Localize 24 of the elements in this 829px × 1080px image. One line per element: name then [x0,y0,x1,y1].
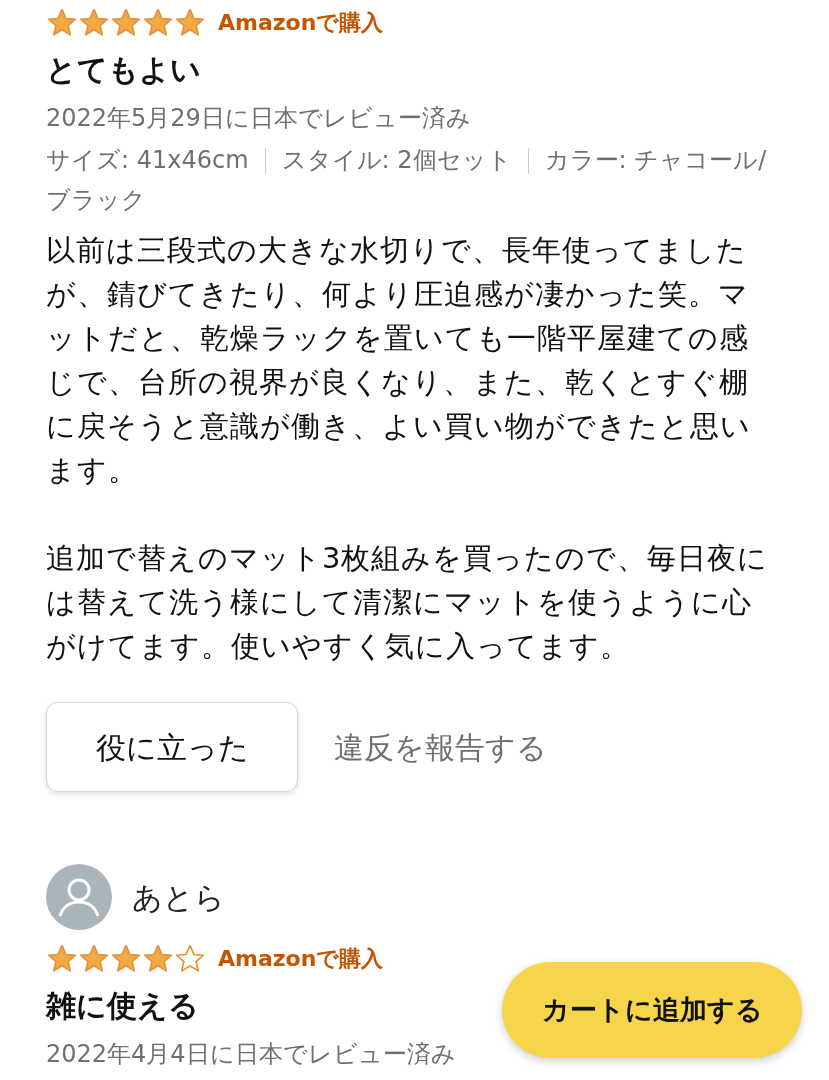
review-date: 2022年4月4日に日本でレビュー済み [46,1039,456,1070]
review-date: 2022年5月29日に日本でレビュー済み [46,103,471,134]
star-icon [110,6,142,39]
review-text: 追加で替えのマット3枚組みを買ったので、毎日夜には替えて洗う様にして清潔にマットを使うように心がけてます。使いやすく気に入ってます。 [46,540,770,665]
verified-purchase-label: Amazonで購入 [218,9,384,37]
star-icon [78,942,110,975]
star-icon [174,6,206,39]
product-variant-info: サイズ: 41x46cm スタイル: 2個セット カラー: チャコール/ブラック [46,145,768,216]
star-icon [78,6,110,39]
review-text: 以前は三段式の大きな水切りで、長年使ってましたが、錆びてきたり、何より圧迫感が凄かった笑。マットだと、乾燥ラックを置いても一階平屋建ての感じで、台所の視界が良くなり、また、乾くとすぐ棚に戻そうと意識が働き、よい買い物ができたと思います。 [46,232,752,489]
star-icon [142,942,174,975]
reviewer-name: あとら [132,878,225,917]
star-icon [142,6,174,39]
empty-star-icon [174,942,206,975]
review-title: とてもよい [46,51,201,89]
add-to-cart-button[interactable]: カートに追加する [502,962,802,1058]
avatar-icon [46,864,112,930]
helpful-button[interactable]: 役に立った [46,702,298,792]
review-title: 雑に使える [46,987,199,1025]
star-icon [46,942,78,975]
star-icon [110,942,142,975]
star-icon [46,6,78,39]
report-link[interactable]: 違反を報告する [334,724,547,770]
verified-purchase-label: Amazonで購入 [218,945,384,973]
